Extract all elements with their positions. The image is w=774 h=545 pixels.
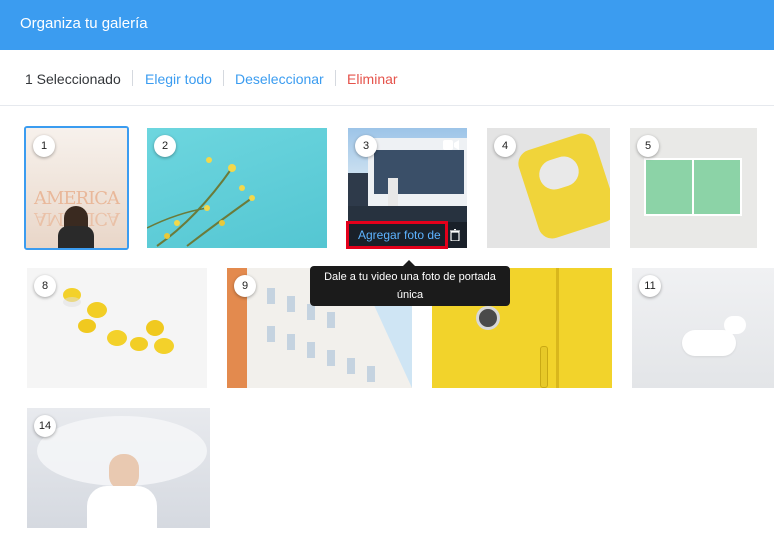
item-number-badge: 8: [34, 275, 56, 297]
toolbar-divider: [223, 70, 224, 86]
photo-person: [388, 178, 398, 208]
delete-link[interactable]: Eliminar: [347, 71, 398, 87]
item-number-badge: 2: [154, 135, 176, 157]
selected-count: 1 Seleccionado: [25, 71, 121, 87]
item-number-badge: 5: [637, 135, 659, 157]
gallery-item-1[interactable]: AMERICA AMERICA 1: [24, 126, 129, 250]
add-cover-photo-link[interactable]: Agregar foto de: [358, 228, 441, 242]
trash-icon[interactable]: [450, 229, 460, 241]
photo-person-body: [58, 226, 94, 248]
gallery-item-14[interactable]: 14: [27, 408, 210, 528]
gallery-item-8[interactable]: 8: [27, 268, 207, 388]
cover-photo-tooltip: Dale a tu video una foto de portada únic…: [310, 266, 510, 306]
select-all-link[interactable]: Elegir todo: [145, 71, 212, 87]
photo-court-line: [692, 158, 694, 216]
photo-fox-head: [724, 316, 746, 334]
item-number-badge: 1: [33, 135, 55, 157]
photo-face: [109, 454, 139, 490]
item-number-badge: 4: [494, 135, 516, 157]
video-camera-icon: [443, 140, 459, 150]
toolbar-divider: [335, 70, 336, 86]
gallery-item-11[interactable]: 11: [632, 268, 774, 388]
gallery-item-2[interactable]: 2: [147, 128, 327, 248]
toolbar-divider: [132, 70, 133, 86]
photo-door-handle: [540, 346, 548, 388]
page-title: Organiza tu galería: [20, 15, 148, 32]
selection-toolbar: 1 Seleccionado Elegir todo Deseleccionar…: [0, 50, 774, 106]
item-number-badge: 11: [639, 275, 661, 297]
photo-shoulders: [87, 486, 157, 528]
photo-door-peephole: [476, 306, 500, 330]
photo-arctic-fox: [682, 330, 736, 356]
app-header: Organiza tu galería: [0, 0, 774, 50]
item-number-badge: 14: [34, 415, 56, 437]
photo-door-edge: [556, 268, 559, 388]
item-number-badge: 3: [355, 135, 377, 157]
gallery-item-4[interactable]: 4: [487, 128, 610, 248]
deselect-link[interactable]: Deseleccionar: [235, 71, 324, 87]
item-number-badge: 9: [234, 275, 256, 297]
gallery-item-5[interactable]: 5: [630, 128, 757, 248]
